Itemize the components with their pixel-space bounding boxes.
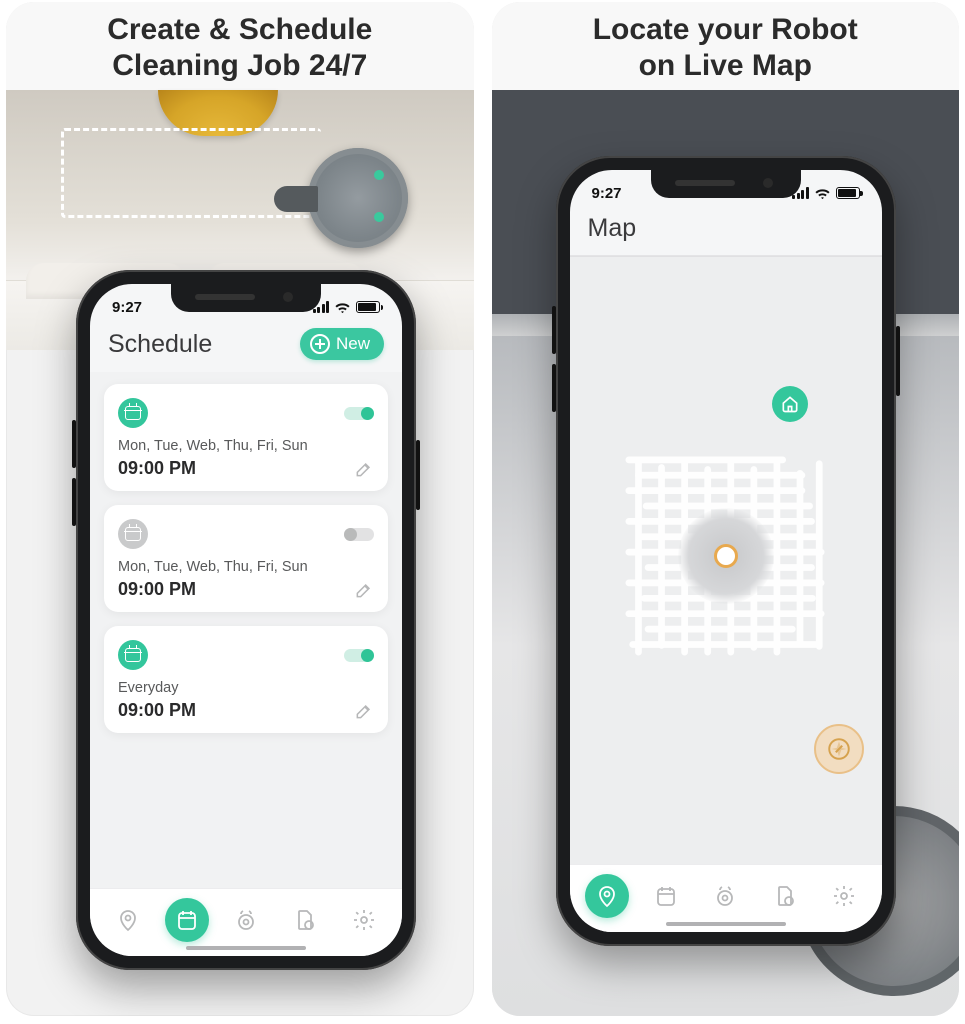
nav-schedule-tab[interactable] xyxy=(644,874,688,918)
volume-up-button xyxy=(72,420,76,468)
schedule-list[interactable]: Mon, Tue, Web, Thu, Fri, Sun 09:00 PM Mo… xyxy=(90,372,402,888)
nav-robot-tab[interactable] xyxy=(703,874,747,918)
edit-icon[interactable] xyxy=(354,701,374,721)
schedule-time: 09:00 PM xyxy=(118,700,196,721)
robot-vacuum-illustration xyxy=(308,148,408,248)
status-time: 9:27 xyxy=(592,185,622,202)
nav-reports-tab[interactable] xyxy=(283,898,327,942)
screen-header: Schedule New xyxy=(90,324,402,372)
screen-title: Schedule xyxy=(108,330,212,359)
schedule-days: Mon, Tue, Web, Thu, Fri, Sun xyxy=(118,438,374,454)
calendar-icon xyxy=(118,398,148,428)
panel-title: Locate your Robot on Live Map xyxy=(492,2,960,92)
gear-icon xyxy=(832,884,856,908)
volume-up-button xyxy=(552,306,556,354)
robot-icon xyxy=(234,908,258,932)
compass-icon xyxy=(826,736,852,762)
power-button xyxy=(416,440,420,510)
battery-icon xyxy=(356,301,380,313)
edit-icon[interactable] xyxy=(354,459,374,479)
schedule-toggle[interactable] xyxy=(344,649,374,662)
nav-map-tab[interactable] xyxy=(106,898,150,942)
panel-title-line1: Create & Schedule xyxy=(107,13,372,46)
phone-screen-map: 9:27 Map xyxy=(570,170,882,932)
recenter-button[interactable] xyxy=(814,724,864,774)
gear-icon xyxy=(352,908,376,932)
schedule-toggle[interactable] xyxy=(344,407,374,420)
schedule-card[interactable]: Mon, Tue, Web, Thu, Fri, Sun 09:00 PM xyxy=(104,384,388,491)
panel-title-line2: on Live Map xyxy=(639,49,812,82)
edit-icon[interactable] xyxy=(354,580,374,600)
document-icon xyxy=(293,908,317,932)
schedule-card[interactable]: Everyday 09:00 PM xyxy=(104,626,388,733)
panel-title-line1: Locate your Robot xyxy=(593,13,858,46)
robot-location-marker[interactable] xyxy=(678,508,774,604)
status-time: 9:27 xyxy=(112,299,142,316)
screen-title: Map xyxy=(588,214,637,243)
schedule-toggle[interactable] xyxy=(344,528,374,541)
live-map-canvas[interactable] xyxy=(570,256,882,864)
phone-notch xyxy=(171,284,321,312)
battery-icon xyxy=(836,187,860,199)
panel-title: Create & Schedule Cleaning Job 24/7 xyxy=(6,2,474,92)
status-icons xyxy=(792,187,860,200)
new-schedule-button[interactable]: New xyxy=(300,328,384,360)
phone-screen-schedule: 9:27 Schedule New xyxy=(90,284,402,956)
calendar-icon xyxy=(654,884,678,908)
power-button xyxy=(896,326,900,396)
robot-led-icon xyxy=(374,170,384,180)
document-icon xyxy=(773,884,797,908)
nav-map-tab[interactable] xyxy=(585,874,629,918)
volume-down-button xyxy=(552,364,556,412)
schedule-days: Mon, Tue, Web, Thu, Fri, Sun xyxy=(118,559,374,575)
robot-led-icon xyxy=(374,212,384,222)
screen-header: Map xyxy=(570,210,882,255)
nav-settings-tab[interactable] xyxy=(342,898,386,942)
nav-settings-tab[interactable] xyxy=(822,874,866,918)
home-indicator xyxy=(666,922,786,926)
nav-schedule-tab[interactable] xyxy=(165,898,209,942)
calendar-icon xyxy=(118,640,148,670)
phone-frame: 9:27 Map xyxy=(556,156,896,946)
promo-panel-schedule: Create & Schedule Cleaning Job 24/7 9:27 xyxy=(6,2,474,1016)
calendar-icon xyxy=(175,908,199,932)
map-pin-icon xyxy=(595,884,619,908)
nav-reports-tab[interactable] xyxy=(763,874,807,918)
home-icon xyxy=(780,394,800,414)
home-indicator xyxy=(186,946,306,950)
plus-icon xyxy=(310,334,330,354)
nav-robot-tab[interactable] xyxy=(224,898,268,942)
phone-notch xyxy=(651,170,801,198)
robot-icon xyxy=(713,884,737,908)
phone-frame: 9:27 Schedule New xyxy=(76,270,416,970)
volume-down-button xyxy=(72,478,76,526)
schedule-time: 09:00 PM xyxy=(118,458,196,479)
robot-handle xyxy=(274,186,318,212)
panel-title-line2: Cleaning Job 24/7 xyxy=(112,49,367,82)
calendar-icon xyxy=(118,519,148,549)
schedule-card[interactable]: Mon, Tue, Web, Thu, Fri, Sun 09:00 PM xyxy=(104,505,388,612)
schedule-days: Everyday xyxy=(118,680,374,696)
new-button-label: New xyxy=(336,334,370,354)
wifi-icon xyxy=(334,301,351,314)
status-icons xyxy=(313,301,381,314)
wifi-icon xyxy=(814,187,831,200)
promo-panel-map: Locate your Robot on Live Map 9:27 Map xyxy=(492,2,960,1016)
schedule-time: 09:00 PM xyxy=(118,579,196,600)
map-pin-icon xyxy=(116,908,140,932)
home-dock-pin[interactable] xyxy=(772,386,808,422)
